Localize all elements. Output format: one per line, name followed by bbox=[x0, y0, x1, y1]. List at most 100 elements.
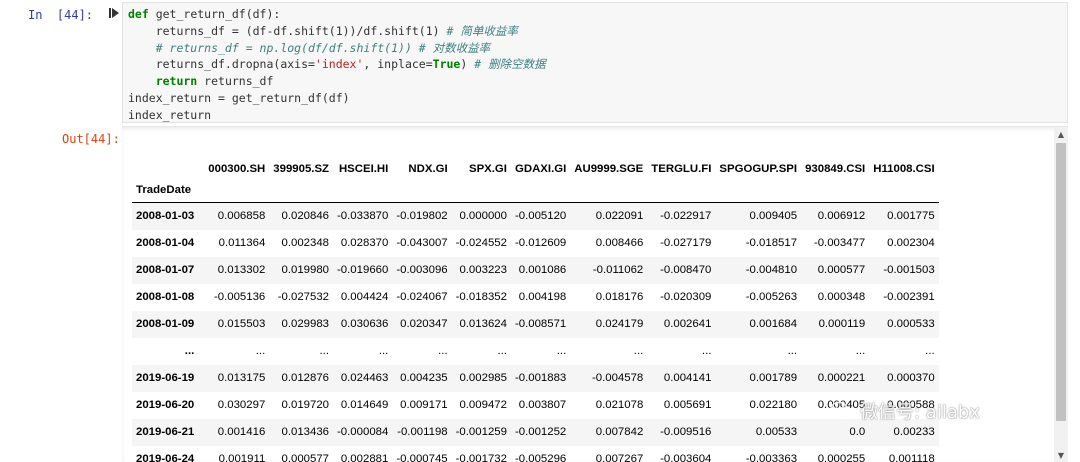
table-cell: ... bbox=[869, 338, 938, 365]
table-cell: -0.003363 bbox=[715, 446, 801, 462]
column-header: SPGOGUP.SPI bbox=[715, 139, 801, 178]
table-cell: 0.018176 bbox=[570, 284, 647, 311]
index-row-spacer bbox=[204, 178, 269, 203]
table-cell: 0.002348 bbox=[269, 230, 333, 257]
code-comment: # 简单收益率 bbox=[447, 24, 518, 38]
keyword-def: def bbox=[128, 7, 149, 21]
table-row: 2008-01-070.0133020.019980-0.019660-0.00… bbox=[132, 257, 939, 284]
table-cell: -0.033870 bbox=[333, 203, 392, 230]
row-index-date: 2008-01-04 bbox=[132, 230, 204, 257]
table-cell: 0.002881 bbox=[333, 446, 392, 462]
scroll-down-arrow-icon[interactable]: ▼ bbox=[1054, 448, 1068, 462]
row-index-date: 2008-01-08 bbox=[132, 284, 204, 311]
code-text: index_return = get_return_df(df) bbox=[128, 91, 350, 105]
table-cell: ... bbox=[392, 338, 451, 365]
table-row: 2019-06-200.0302970.0197200.0146490.0091… bbox=[132, 392, 939, 419]
index-name: TradeDate bbox=[132, 178, 204, 203]
table-cell: -0.019660 bbox=[333, 257, 392, 284]
run-cell-icon[interactable] bbox=[108, 6, 120, 20]
table-cell: 0.006858 bbox=[204, 203, 269, 230]
keyword-return: return bbox=[128, 74, 197, 88]
code-text: ) bbox=[460, 57, 474, 71]
column-header: 000300.SH bbox=[204, 139, 269, 178]
table-cell: 0.002304 bbox=[869, 230, 938, 257]
row-index-date: 2008-01-07 bbox=[132, 257, 204, 284]
row-index-date: 2019-06-19 bbox=[132, 365, 204, 392]
table-cell: 0.000348 bbox=[801, 284, 869, 311]
code-line: returns_df.dropna(axis='index', inplace=… bbox=[128, 56, 1067, 73]
scroll-up-arrow-icon[interactable]: ▲ bbox=[1054, 127, 1068, 141]
table-cell: -0.001732 bbox=[452, 446, 511, 462]
output-prompt: Out[44]: bbox=[62, 132, 120, 146]
table-cell: 0.001086 bbox=[511, 257, 570, 284]
table-cell: ... bbox=[204, 338, 269, 365]
table-cell: 0.001118 bbox=[869, 446, 938, 462]
table-cell: -0.005120 bbox=[511, 203, 570, 230]
table-cell: -0.019802 bbox=[392, 203, 451, 230]
table-cell: ... bbox=[269, 338, 333, 365]
table-cell: 0.013624 bbox=[452, 311, 511, 338]
table-cell: 0.000577 bbox=[269, 446, 333, 462]
table-cell: ... bbox=[333, 338, 392, 365]
code-comment: # 删除空数据 bbox=[474, 57, 545, 71]
vertical-scrollbar[interactable]: ▲ ▼ bbox=[1054, 127, 1068, 462]
index-row-spacer bbox=[801, 178, 869, 203]
row-index-date: 2008-01-03 bbox=[132, 203, 204, 230]
dataframe-table: 000300.SH399905.SZHSCEI.HINDX.GISPX.GIGD… bbox=[132, 139, 939, 462]
table-cell: -0.008571 bbox=[511, 311, 570, 338]
table-cell: -0.003604 bbox=[647, 446, 715, 462]
code-text: index_return bbox=[128, 108, 211, 122]
table-cell: -0.000084 bbox=[333, 419, 392, 446]
table-cell: -0.043007 bbox=[392, 230, 451, 257]
table-cell: -0.003477 bbox=[801, 230, 869, 257]
table-cell: 0.013175 bbox=[204, 365, 269, 392]
table-cell: -0.027179 bbox=[647, 230, 715, 257]
index-row-spacer bbox=[333, 178, 392, 203]
table-cell: -0.020309 bbox=[647, 284, 715, 311]
table-row: 2019-06-240.0019110.0005770.002881-0.000… bbox=[132, 446, 939, 462]
table-cell: 0.000577 bbox=[801, 257, 869, 284]
table-cell: 0.015503 bbox=[204, 311, 269, 338]
table-cell: 0.005691 bbox=[647, 392, 715, 419]
scrollbar-thumb[interactable] bbox=[1056, 143, 1066, 421]
row-index-date: 2008-01-09 bbox=[132, 311, 204, 338]
code-line: index_return bbox=[128, 107, 1067, 124]
table-row: 2019-06-210.0014160.013436-0.000084-0.00… bbox=[132, 419, 939, 446]
wechat-logo-icon bbox=[830, 401, 854, 421]
table-cell: 0.020846 bbox=[269, 203, 333, 230]
table-cell: -0.005263 bbox=[715, 284, 801, 311]
column-header: 930849.CSI bbox=[801, 139, 869, 178]
table-cell: 0.021078 bbox=[570, 392, 647, 419]
table-cell: 0.006912 bbox=[801, 203, 869, 230]
table-cell: 0.007267 bbox=[570, 446, 647, 462]
column-header: AU9999.SGE bbox=[570, 139, 647, 178]
table-cell: 0.019720 bbox=[269, 392, 333, 419]
table-cell: ... bbox=[715, 338, 801, 365]
row-index-date: 2019-06-21 bbox=[132, 419, 204, 446]
code-text: returns_df.dropna(axis= bbox=[128, 57, 315, 71]
code-line: def get_return_df(df): bbox=[128, 6, 1067, 23]
table-cell: 0.030636 bbox=[333, 311, 392, 338]
table-cell: -0.001252 bbox=[511, 419, 570, 446]
code-string: 'index' bbox=[315, 57, 363, 71]
table-cell: 0.001684 bbox=[715, 311, 801, 338]
table-cell: -0.011062 bbox=[570, 257, 647, 284]
table-cell: 0.004424 bbox=[333, 284, 392, 311]
table-cell: ... bbox=[570, 338, 647, 365]
table-cell: -0.005296 bbox=[511, 446, 570, 462]
index-name-row: TradeDate bbox=[132, 178, 939, 203]
code-text: returns_df bbox=[197, 74, 273, 88]
table-cell: -0.012609 bbox=[511, 230, 570, 257]
table-cell: 0.000000 bbox=[452, 203, 511, 230]
row-index-date: 2019-06-20 bbox=[132, 392, 204, 419]
watermark-text: 微信号: ailabx bbox=[860, 398, 980, 424]
table-cell: 0.011364 bbox=[204, 230, 269, 257]
code-cell-input[interactable]: def get_return_df(df): returns_df = (df-… bbox=[122, 2, 1068, 123]
table-cell: -0.024067 bbox=[392, 284, 451, 311]
table-cell: 0.014649 bbox=[333, 392, 392, 419]
table-cell: 0.013302 bbox=[204, 257, 269, 284]
index-row-spacer bbox=[647, 178, 715, 203]
table-cell: 0.002641 bbox=[647, 311, 715, 338]
table-cell: 0.024463 bbox=[333, 365, 392, 392]
table-cell: 0.009472 bbox=[452, 392, 511, 419]
